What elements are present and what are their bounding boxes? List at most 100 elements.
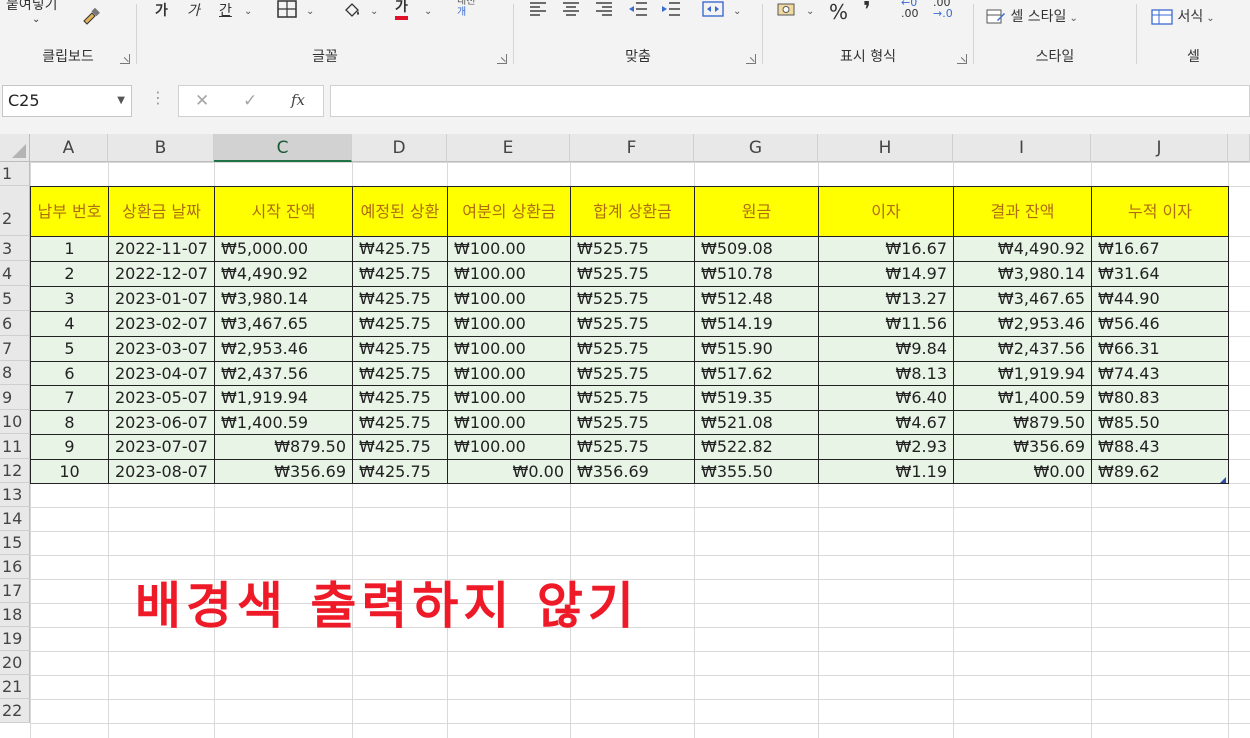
column-header-k[interactable] bbox=[1228, 134, 1250, 162]
table-cell[interactable]: ₩356.69 bbox=[953, 434, 1092, 460]
table-cell[interactable]: ₩3,467.65 bbox=[214, 311, 353, 337]
column-header-h[interactable]: H bbox=[818, 134, 953, 162]
column-header-i[interactable]: I bbox=[953, 134, 1091, 162]
table-cell[interactable]: ₩9.84 bbox=[818, 336, 954, 362]
table-header-cell[interactable]: 이자 bbox=[818, 186, 954, 237]
paste-dropdown-icon[interactable]: ⌄ bbox=[32, 14, 40, 25]
table-header-cell[interactable]: 여분의 상환금 bbox=[447, 186, 571, 237]
table-cell[interactable]: 2023-08-07 bbox=[108, 459, 215, 484]
row-header[interactable]: 15 bbox=[0, 531, 30, 555]
name-box-dropdown-icon[interactable]: ▼ bbox=[117, 86, 125, 116]
table-cell[interactable]: ₩1,400.59 bbox=[953, 385, 1092, 411]
table-cell[interactable]: ₩74.43 bbox=[1091, 361, 1229, 386]
table-cell[interactable]: ₩80.83 bbox=[1091, 385, 1229, 411]
decrease-decimal-button[interactable]: .00 →.0 bbox=[933, 0, 953, 19]
row-header[interactable]: 22 bbox=[0, 699, 30, 723]
row-header[interactable]: 17 bbox=[0, 579, 30, 603]
column-header-b[interactable]: B bbox=[108, 134, 214, 162]
table-cell[interactable]: ₩525.75 bbox=[570, 434, 695, 460]
row-header[interactable]: 9 bbox=[0, 385, 30, 410]
column-header-f[interactable]: F bbox=[570, 134, 694, 162]
table-cell[interactable]: ₩2,437.56 bbox=[214, 361, 353, 386]
formula-input[interactable] bbox=[330, 85, 1250, 117]
font-color-dropdown-icon[interactable]: ⌄ bbox=[421, 2, 432, 18]
table-header-cell[interactable]: 원금 bbox=[694, 186, 819, 237]
bold-button[interactable]: 가 bbox=[155, 0, 168, 20]
table-cell[interactable]: ₩100.00 bbox=[447, 286, 571, 312]
table-cell[interactable]: ₩6.40 bbox=[818, 385, 954, 411]
table-cell[interactable]: ₩515.90 bbox=[694, 336, 819, 362]
table-cell[interactable]: ₩425.75 bbox=[352, 236, 448, 262]
table-cell[interactable]: 2022-11-07 bbox=[108, 236, 215, 262]
table-cell[interactable]: ₩425.75 bbox=[352, 286, 448, 312]
table-cell[interactable]: ₩879.50 bbox=[214, 434, 353, 460]
merge-dropdown-icon[interactable]: ⌄ bbox=[730, 2, 741, 18]
table-cell[interactable]: 10 bbox=[30, 459, 109, 484]
table-cell[interactable]: ₩2.93 bbox=[818, 434, 954, 460]
table-cell[interactable]: 1 bbox=[30, 236, 109, 262]
table-cell[interactable]: ₩44.90 bbox=[1091, 286, 1229, 312]
table-cell[interactable]: 7 bbox=[30, 385, 109, 411]
table-cell[interactable]: ₩509.08 bbox=[694, 236, 819, 262]
fill-color-dropdown-icon[interactable]: ⌄ bbox=[367, 2, 378, 18]
table-header-cell[interactable]: 합계 상환금 bbox=[570, 186, 695, 237]
table-cell[interactable]: 2022-12-07 bbox=[108, 261, 215, 287]
table-header-cell[interactable]: 납부 번호 bbox=[30, 186, 109, 237]
table-cell[interactable]: ₩514.19 bbox=[694, 311, 819, 337]
row-header[interactable]: 6 bbox=[0, 311, 30, 336]
cancel-icon[interactable]: ✕ bbox=[195, 91, 209, 111]
table-cell[interactable]: ₩425.75 bbox=[352, 361, 448, 386]
table-cell[interactable]: ₩425.75 bbox=[352, 385, 448, 411]
table-cell[interactable]: ₩517.62 bbox=[694, 361, 819, 386]
table-header-cell[interactable]: 상환금 날짜 bbox=[108, 186, 215, 237]
table-cell[interactable]: ₩100.00 bbox=[447, 410, 571, 435]
table-cell[interactable]: ₩56.46 bbox=[1091, 311, 1229, 337]
clipboard-launcher-icon[interactable] bbox=[120, 54, 130, 64]
fill-color-icon[interactable] bbox=[341, 0, 363, 24]
table-cell[interactable]: ₩425.75 bbox=[352, 336, 448, 362]
table-cell[interactable]: ₩3,467.65 bbox=[953, 286, 1092, 312]
align-center-icon[interactable] bbox=[561, 0, 581, 22]
table-cell[interactable]: 5 bbox=[30, 336, 109, 362]
table-cell[interactable]: ₩425.75 bbox=[352, 410, 448, 435]
column-header-g[interactable]: G bbox=[694, 134, 818, 162]
table-cell[interactable]: ₩100.00 bbox=[447, 311, 571, 337]
table-cell[interactable]: 8 bbox=[30, 410, 109, 435]
table-cell[interactable]: ₩425.75 bbox=[352, 459, 448, 484]
table-cell[interactable]: ₩8.13 bbox=[818, 361, 954, 386]
table-cell[interactable]: ₩14.97 bbox=[818, 261, 954, 287]
table-cell[interactable]: ₩100.00 bbox=[447, 434, 571, 460]
table-cell[interactable]: ₩2,953.46 bbox=[953, 311, 1092, 337]
row-header[interactable]: 5 bbox=[0, 286, 30, 311]
merge-center-icon[interactable] bbox=[702, 0, 724, 22]
table-cell[interactable]: 2023-03-07 bbox=[108, 336, 215, 362]
accounting-format-icon[interactable] bbox=[775, 0, 797, 24]
table-cell[interactable]: ₩2,437.56 bbox=[953, 336, 1092, 362]
accounting-dropdown-icon[interactable]: ⌄ bbox=[803, 2, 814, 18]
table-cell[interactable]: ₩89.62 bbox=[1091, 459, 1229, 484]
row-header[interactable]: 20 bbox=[0, 651, 30, 675]
underline-button[interactable]: 간 bbox=[219, 0, 232, 20]
row-header[interactable]: 18 bbox=[0, 603, 30, 627]
table-cell[interactable]: ₩522.82 bbox=[694, 434, 819, 460]
table-cell[interactable]: ₩4.67 bbox=[818, 410, 954, 435]
borders-button[interactable] bbox=[277, 0, 297, 22]
table-header-cell[interactable]: 누적 이자 bbox=[1091, 186, 1229, 237]
align-left-icon[interactable] bbox=[528, 0, 548, 22]
table-cell[interactable]: ₩525.75 bbox=[570, 286, 695, 312]
number-launcher-icon[interactable] bbox=[957, 54, 967, 64]
table-cell[interactable]: ₩100.00 bbox=[447, 236, 571, 262]
format-button[interactable]: 서식 ⌄ bbox=[1151, 6, 1215, 26]
table-cell[interactable]: ₩525.75 bbox=[570, 336, 695, 362]
table-header-cell[interactable]: 시작 잔액 bbox=[214, 186, 353, 237]
comma-style-button[interactable]: ❜ bbox=[863, 0, 871, 23]
font-color-button[interactable]: 가 bbox=[395, 0, 408, 20]
column-header-a[interactable]: A bbox=[30, 134, 108, 162]
insert-function-icon[interactable]: fx bbox=[291, 91, 305, 109]
increase-decimal-button[interactable]: ←0.00 bbox=[901, 0, 919, 19]
table-cell[interactable]: ₩0.00 bbox=[953, 459, 1092, 484]
table-cell[interactable]: 2023-05-07 bbox=[108, 385, 215, 411]
increase-indent-icon[interactable] bbox=[660, 0, 682, 22]
underline-dropdown-icon[interactable]: ⌄ bbox=[241, 2, 252, 18]
select-all-button[interactable] bbox=[0, 134, 30, 162]
